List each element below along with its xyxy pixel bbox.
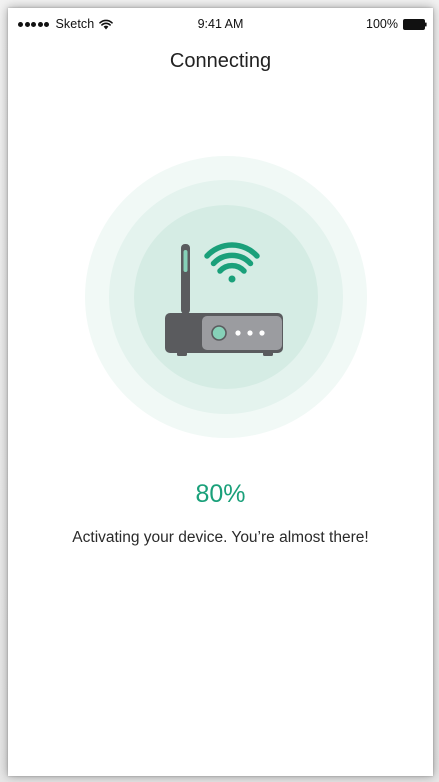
phone-screen: Sketch 9:41 AM 100% Connecting 80% Activ… [8, 8, 433, 776]
battery-icon [403, 18, 427, 30]
status-right: 100% [366, 17, 427, 31]
router-illustration [85, 156, 367, 438]
status-message: Activating your device. You’re almost th… [72, 529, 369, 546]
halo-inner [134, 205, 318, 389]
status-bar: Sketch 9:41 AM 100% [8, 8, 433, 38]
page-title: Connecting [169, 50, 272, 72]
progress-percentage: 80% [195, 480, 246, 508]
battery-percent: 100% [366, 17, 398, 31]
